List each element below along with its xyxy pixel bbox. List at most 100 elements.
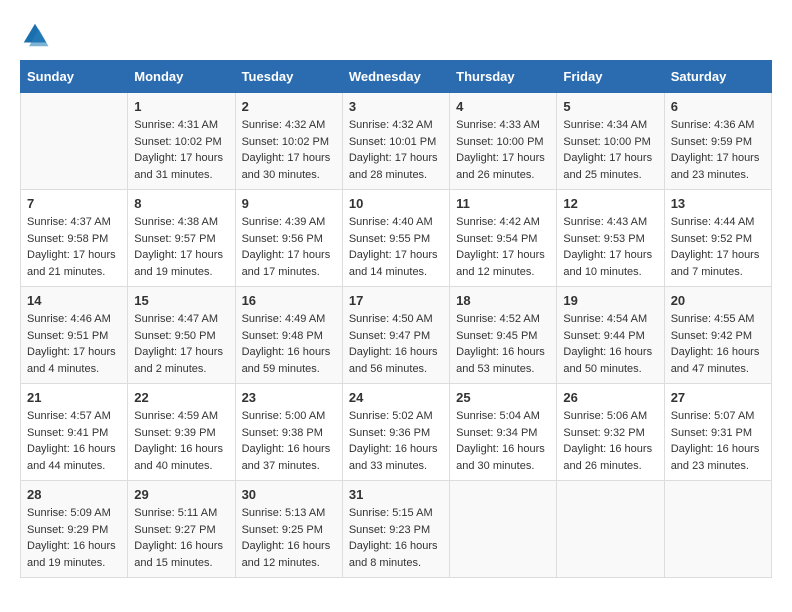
day-number: 2 bbox=[242, 99, 336, 114]
day-number: 26 bbox=[563, 390, 657, 405]
logo bbox=[20, 20, 54, 50]
day-info: Sunrise: 4:55 AM Sunset: 9:42 PM Dayligh… bbox=[671, 311, 765, 377]
calendar-cell: 1 Sunrise: 4:31 AM Sunset: 10:02 PM Dayli… bbox=[128, 93, 235, 190]
calendar-cell: 12 Sunrise: 4:43 AM Sunset: 9:53 PM Dayli… bbox=[557, 190, 664, 287]
calendar-week-row: 14 Sunrise: 4:46 AM Sunset: 9:51 PM Dayli… bbox=[21, 287, 772, 384]
calendar-cell: 28Sunrise: 5:09 AM Sunset: 9:29 PM Dayli… bbox=[21, 481, 128, 578]
day-info: Sunrise: 4:33 AM Sunset: 10:00 PM Daylig… bbox=[456, 117, 550, 183]
day-number: 29 bbox=[134, 487, 228, 502]
day-number: 22 bbox=[134, 390, 228, 405]
calendar-cell: 18 Sunrise: 4:52 AM Sunset: 9:45 PM Dayli… bbox=[450, 287, 557, 384]
day-info: Sunrise: 4:40 AM Sunset: 9:55 PM Dayligh… bbox=[349, 214, 443, 280]
day-info: Sunrise: 5:02 AM Sunset: 9:36 PM Dayligh… bbox=[349, 408, 443, 474]
header-day: Tuesday bbox=[235, 61, 342, 93]
logo-icon bbox=[20, 20, 50, 50]
calendar-table: SundayMondayTuesdayWednesdayThursdayFrid… bbox=[20, 60, 772, 578]
day-number: 10 bbox=[349, 196, 443, 211]
calendar-cell: 20Sunrise: 4:55 AM Sunset: 9:42 PM Dayli… bbox=[664, 287, 771, 384]
day-number: 12 bbox=[563, 196, 657, 211]
day-number: 7 bbox=[27, 196, 121, 211]
calendar-cell: 29Sunrise: 5:11 AM Sunset: 9:27 PM Dayli… bbox=[128, 481, 235, 578]
day-number: 18 bbox=[456, 293, 550, 308]
day-info: Sunrise: 4:31 AM Sunset: 10:02 PM Daylig… bbox=[134, 117, 228, 183]
calendar-cell: 5 Sunrise: 4:34 AM Sunset: 10:00 PM Dayli… bbox=[557, 93, 664, 190]
day-info: Sunrise: 4:39 AM Sunset: 9:56 PM Dayligh… bbox=[242, 214, 336, 280]
calendar-cell: 2 Sunrise: 4:32 AM Sunset: 10:02 PM Dayli… bbox=[235, 93, 342, 190]
header-day: Friday bbox=[557, 61, 664, 93]
day-info: Sunrise: 5:06 AM Sunset: 9:32 PM Dayligh… bbox=[563, 408, 657, 474]
calendar-cell: 3 Sunrise: 4:32 AM Sunset: 10:01 PM Dayli… bbox=[342, 93, 449, 190]
day-number: 5 bbox=[563, 99, 657, 114]
day-info: Sunrise: 4:46 AM Sunset: 9:51 PM Dayligh… bbox=[27, 311, 121, 377]
header-day: Thursday bbox=[450, 61, 557, 93]
calendar-header: SundayMondayTuesdayWednesdayThursdayFrid… bbox=[21, 61, 772, 93]
day-number: 21 bbox=[27, 390, 121, 405]
day-info: Sunrise: 4:32 AM Sunset: 10:02 PM Daylig… bbox=[242, 117, 336, 183]
day-info: Sunrise: 4:38 AM Sunset: 9:57 PM Dayligh… bbox=[134, 214, 228, 280]
day-info: Sunrise: 4:47 AM Sunset: 9:50 PM Dayligh… bbox=[134, 311, 228, 377]
day-number: 28 bbox=[27, 487, 121, 502]
calendar-cell: 7 Sunrise: 4:37 AM Sunset: 9:58 PM Daylig… bbox=[21, 190, 128, 287]
day-info: Sunrise: 4:57 AM Sunset: 9:41 PM Dayligh… bbox=[27, 408, 121, 474]
day-info: Sunrise: 4:54 AM Sunset: 9:44 PM Dayligh… bbox=[563, 311, 657, 377]
header-day: Saturday bbox=[664, 61, 771, 93]
header-day: Wednesday bbox=[342, 61, 449, 93]
calendar-cell: 6 Sunrise: 4:36 AM Sunset: 9:59 PM Daylig… bbox=[664, 93, 771, 190]
day-info: Sunrise: 5:04 AM Sunset: 9:34 PM Dayligh… bbox=[456, 408, 550, 474]
day-number: 31 bbox=[349, 487, 443, 502]
day-number: 1 bbox=[134, 99, 228, 114]
day-info: Sunrise: 5:07 AM Sunset: 9:31 PM Dayligh… bbox=[671, 408, 765, 474]
day-info: Sunrise: 4:44 AM Sunset: 9:52 PM Dayligh… bbox=[671, 214, 765, 280]
calendar-cell: 16Sunrise: 4:49 AM Sunset: 9:48 PM Dayli… bbox=[235, 287, 342, 384]
day-number: 6 bbox=[671, 99, 765, 114]
day-info: Sunrise: 4:50 AM Sunset: 9:47 PM Dayligh… bbox=[349, 311, 443, 377]
day-info: Sunrise: 4:34 AM Sunset: 10:00 PM Daylig… bbox=[563, 117, 657, 183]
calendar-cell: 27 Sunrise: 5:07 AM Sunset: 9:31 PM Dayli… bbox=[664, 384, 771, 481]
calendar-cell: 31 Sunrise: 5:15 AM Sunset: 9:23 PM Dayli… bbox=[342, 481, 449, 578]
calendar-cell bbox=[21, 93, 128, 190]
header-row: SundayMondayTuesdayWednesdayThursdayFrid… bbox=[21, 61, 772, 93]
day-info: Sunrise: 4:52 AM Sunset: 9:45 PM Dayligh… bbox=[456, 311, 550, 377]
calendar-week-row: 21 Sunrise: 4:57 AM Sunset: 9:41 PM Dayli… bbox=[21, 384, 772, 481]
day-info: Sunrise: 4:37 AM Sunset: 9:58 PM Dayligh… bbox=[27, 214, 121, 280]
header-day: Sunday bbox=[21, 61, 128, 93]
day-number: 8 bbox=[134, 196, 228, 211]
day-number: 11 bbox=[456, 196, 550, 211]
day-number: 3 bbox=[349, 99, 443, 114]
day-info: Sunrise: 4:42 AM Sunset: 9:54 PM Dayligh… bbox=[456, 214, 550, 280]
calendar-cell: 10 Sunrise: 4:40 AM Sunset: 9:55 PM Dayli… bbox=[342, 190, 449, 287]
day-number: 25 bbox=[456, 390, 550, 405]
calendar-cell: 15 Sunrise: 4:47 AM Sunset: 9:50 PM Dayli… bbox=[128, 287, 235, 384]
calendar-week-row: 1 Sunrise: 4:31 AM Sunset: 10:02 PM Dayli… bbox=[21, 93, 772, 190]
calendar-cell: 9 Sunrise: 4:39 AM Sunset: 9:56 PM Daylig… bbox=[235, 190, 342, 287]
day-info: Sunrise: 5:15 AM Sunset: 9:23 PM Dayligh… bbox=[349, 505, 443, 571]
day-number: 15 bbox=[134, 293, 228, 308]
day-info: Sunrise: 4:32 AM Sunset: 10:01 PM Daylig… bbox=[349, 117, 443, 183]
day-number: 27 bbox=[671, 390, 765, 405]
calendar-cell: 24Sunrise: 5:02 AM Sunset: 9:36 PM Dayli… bbox=[342, 384, 449, 481]
calendar-cell: 30 Sunrise: 5:13 AM Sunset: 9:25 PM Dayli… bbox=[235, 481, 342, 578]
day-info: Sunrise: 5:13 AM Sunset: 9:25 PM Dayligh… bbox=[242, 505, 336, 571]
calendar-cell: 14 Sunrise: 4:46 AM Sunset: 9:51 PM Dayli… bbox=[21, 287, 128, 384]
calendar-cell: 19Sunrise: 4:54 AM Sunset: 9:44 PM Dayli… bbox=[557, 287, 664, 384]
calendar-body: 1 Sunrise: 4:31 AM Sunset: 10:02 PM Dayli… bbox=[21, 93, 772, 578]
calendar-week-row: 7 Sunrise: 4:37 AM Sunset: 9:58 PM Daylig… bbox=[21, 190, 772, 287]
calendar-cell: 13 Sunrise: 4:44 AM Sunset: 9:52 PM Dayli… bbox=[664, 190, 771, 287]
day-number: 16 bbox=[242, 293, 336, 308]
calendar-cell bbox=[664, 481, 771, 578]
calendar-cell: 17 Sunrise: 4:50 AM Sunset: 9:47 PM Dayli… bbox=[342, 287, 449, 384]
day-number: 17 bbox=[349, 293, 443, 308]
calendar-cell: 23Sunrise: 5:00 AM Sunset: 9:38 PM Dayli… bbox=[235, 384, 342, 481]
day-number: 9 bbox=[242, 196, 336, 211]
day-info: Sunrise: 4:36 AM Sunset: 9:59 PM Dayligh… bbox=[671, 117, 765, 183]
calendar-cell bbox=[450, 481, 557, 578]
day-number: 13 bbox=[671, 196, 765, 211]
header-day: Monday bbox=[128, 61, 235, 93]
day-number: 30 bbox=[242, 487, 336, 502]
calendar-cell: 21 Sunrise: 4:57 AM Sunset: 9:41 PM Dayli… bbox=[21, 384, 128, 481]
day-number: 23 bbox=[242, 390, 336, 405]
day-number: 14 bbox=[27, 293, 121, 308]
calendar-cell: 4Sunrise: 4:33 AM Sunset: 10:00 PM Dayli… bbox=[450, 93, 557, 190]
day-info: Sunrise: 4:43 AM Sunset: 9:53 PM Dayligh… bbox=[563, 214, 657, 280]
calendar-cell: 8 Sunrise: 4:38 AM Sunset: 9:57 PM Daylig… bbox=[128, 190, 235, 287]
